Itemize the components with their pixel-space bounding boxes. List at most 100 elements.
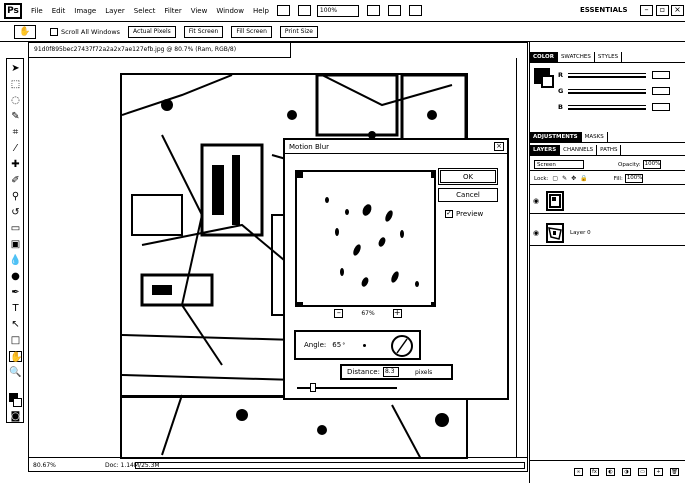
gradient-tool-icon[interactable]: ▣ xyxy=(9,239,22,250)
menu-edit[interactable]: Edit xyxy=(52,7,66,15)
actual-pixels-button[interactable]: Actual Pixels xyxy=(128,25,176,38)
fill-input[interactable]: 100% xyxy=(624,174,643,183)
ok-button[interactable]: OK xyxy=(438,168,498,185)
background-color-swatch[interactable] xyxy=(13,398,22,407)
red-value[interactable] xyxy=(652,71,670,79)
marquee-tool-icon[interactable]: ⬚ xyxy=(9,79,22,90)
menu-help[interactable]: Help xyxy=(253,7,269,15)
screen-mode-icon[interactable] xyxy=(408,5,422,16)
document-tab[interactable]: 91d0f895bec27437f72a2a2x7ae127efb.jpg @ … xyxy=(29,43,291,58)
scroll-all-windows-checkbox[interactable] xyxy=(50,27,58,36)
blue-slider[interactable] xyxy=(568,104,646,110)
delete-layer-icon[interactable]: 🗑 xyxy=(670,467,679,476)
dialog-close-icon[interactable]: × xyxy=(494,142,504,151)
adjustment-layer-icon[interactable]: ◑ xyxy=(622,467,631,476)
cancel-button[interactable]: Cancel xyxy=(438,188,498,202)
lock-icons[interactable]: ▢✎✥🔒 xyxy=(552,175,591,182)
pen-tool-icon[interactable]: ✒ xyxy=(9,287,22,298)
zoom-readout[interactable]: 80.67% xyxy=(33,462,63,469)
distance-input[interactable]: 8.3 xyxy=(382,367,399,377)
tab-channels[interactable]: CHANNELS xyxy=(560,145,598,155)
brush-tool-icon[interactable]: ✐ xyxy=(9,175,22,186)
tab-layers[interactable]: LAYERS xyxy=(530,145,561,155)
menu-select[interactable]: Select xyxy=(134,7,156,15)
blue-slider-row[interactable]: B xyxy=(558,102,682,112)
clone-stamp-tool-icon[interactable]: ⚲ xyxy=(9,191,22,202)
green-slider[interactable] xyxy=(568,88,646,94)
print-size-button[interactable]: Print Size xyxy=(279,25,318,38)
red-slider-row[interactable]: R xyxy=(558,70,682,80)
minimize-icon[interactable]: – xyxy=(640,5,653,16)
opacity-label: Opacity: xyxy=(618,161,641,168)
history-brush-tool-icon[interactable]: ↺ xyxy=(9,207,22,218)
eyedropper-tool-icon[interactable]: ⁄ xyxy=(9,143,22,154)
zoom-tool-icon[interactable]: 🔍 xyxy=(9,367,22,378)
visibility-eye-icon[interactable]: ◉ xyxy=(530,229,542,237)
arrange-documents-icon[interactable] xyxy=(387,5,401,16)
menu-file[interactable]: File xyxy=(31,7,43,15)
eraser-tool-icon[interactable]: ▭ xyxy=(9,223,22,234)
zoom-in-icon[interactable]: + xyxy=(392,308,402,318)
layer-row-top[interactable]: ◉ xyxy=(530,188,685,214)
tab-masks[interactable]: MASKS xyxy=(582,132,608,142)
background-color-chip[interactable] xyxy=(541,75,554,88)
quick-select-tool-icon[interactable]: ✎ xyxy=(9,111,22,122)
layer-style-icon[interactable]: fx xyxy=(590,467,599,476)
opacity-input[interactable]: 100% xyxy=(642,160,661,169)
blend-mode-select[interactable]: Screen xyxy=(534,160,584,169)
tab-color[interactable]: COLOR xyxy=(530,52,558,62)
tab-swatches[interactable]: SWATCHES xyxy=(558,52,595,62)
hand-tool-icon[interactable]: ✋ xyxy=(9,351,22,363)
angle-dial[interactable] xyxy=(391,335,413,357)
maximize-icon[interactable]: ▫ xyxy=(656,5,669,16)
visibility-eye-icon[interactable]: ◉ xyxy=(530,197,542,205)
lasso-tool-icon[interactable]: ◌ xyxy=(9,95,22,106)
blur-tool-icon[interactable]: 💧 xyxy=(9,255,22,266)
tab-styles[interactable]: STYLES xyxy=(595,52,623,62)
preview-toggle[interactable]: ✓ Preview xyxy=(445,210,483,218)
vertical-scrollbar[interactable] xyxy=(516,58,528,458)
zoom-out-icon[interactable]: – xyxy=(334,308,344,318)
menu-layer[interactable]: Layer xyxy=(105,7,125,15)
menu-filter[interactable]: Filter xyxy=(164,7,181,15)
menu-image[interactable]: Image xyxy=(74,7,96,15)
type-tool-icon[interactable]: T xyxy=(9,303,22,314)
angle-input[interactable]: 65 xyxy=(332,341,341,349)
healing-brush-tool-icon[interactable]: ✚ xyxy=(9,159,22,170)
scroll-all-windows-label: Scroll All Windows xyxy=(61,27,121,36)
move-tool-icon[interactable]: ➤ xyxy=(9,63,22,74)
preview-label: Preview xyxy=(456,210,484,218)
quick-mask-icon[interactable]: ◙ xyxy=(9,411,22,422)
path-selection-tool-icon[interactable]: ↖ xyxy=(9,319,22,330)
bridge-icon[interactable] xyxy=(276,5,290,16)
green-value[interactable] xyxy=(652,87,670,95)
new-layer-icon[interactable]: + xyxy=(654,467,663,476)
mini-bridge-icon[interactable] xyxy=(297,5,311,16)
green-slider-row[interactable]: G xyxy=(558,86,682,96)
menu-window[interactable]: Window xyxy=(216,7,244,15)
layer-row-layer-0[interactable]: ◉ Layer 0 xyxy=(530,220,685,246)
horizontal-scrollbar[interactable] xyxy=(135,462,525,469)
layer-name[interactable]: Layer 0 xyxy=(570,230,591,236)
tab-adjustments[interactable]: ADJUSTMENTS xyxy=(530,132,582,142)
shape-tool-icon[interactable]: □ xyxy=(9,335,22,346)
crop-tool-icon[interactable]: ⌗ xyxy=(9,127,22,138)
link-layers-icon[interactable]: ∞ xyxy=(574,467,583,476)
add-mask-icon[interactable]: ◐ xyxy=(606,467,615,476)
zoom-level-select[interactable]: 100% xyxy=(316,4,359,17)
distance-slider-thumb[interactable] xyxy=(310,383,316,392)
tab-paths[interactable]: PATHS xyxy=(597,145,622,155)
new-group-icon[interactable]: ▭ xyxy=(638,467,647,476)
red-slider[interactable] xyxy=(568,72,646,78)
fill-screen-button[interactable]: Fill Screen xyxy=(231,25,272,38)
menu-view[interactable]: View xyxy=(191,7,208,15)
close-icon[interactable]: × xyxy=(671,5,684,16)
filter-preview[interactable] xyxy=(295,170,436,307)
hand-icon[interactable] xyxy=(366,5,380,16)
preview-checkbox[interactable]: ✓ xyxy=(445,210,453,218)
fit-screen-button[interactable]: Fit Screen xyxy=(183,25,224,38)
hand-tool-icon[interactable]: ✋ xyxy=(14,24,36,39)
dodge-tool-icon[interactable]: ● xyxy=(9,271,22,282)
workspace-switcher[interactable]: ESSENTIALS xyxy=(580,6,628,14)
blue-value[interactable] xyxy=(652,103,670,111)
